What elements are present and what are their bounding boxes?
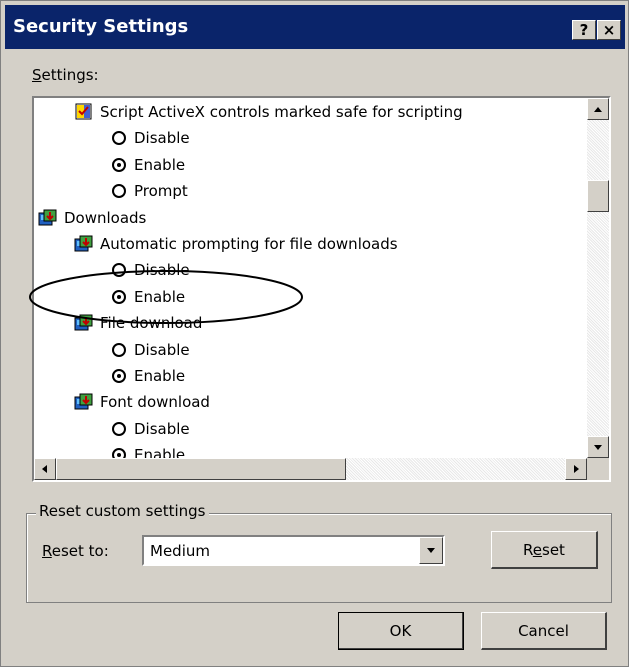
- dropdown-button[interactable]: [419, 537, 443, 564]
- vertical-scrollbar[interactable]: [587, 98, 609, 458]
- arrow-left-icon: [42, 465, 47, 473]
- horizontal-scrollbar[interactable]: [34, 458, 587, 480]
- radio-option-label: Enable: [134, 155, 186, 174]
- radio-selected-icon[interactable]: [112, 157, 126, 172]
- setting-label: Downloads: [64, 208, 147, 227]
- arrow-up-icon: [594, 107, 602, 112]
- scroll-left-button[interactable]: [34, 458, 56, 480]
- radio-unselected-icon[interactable]: [112, 184, 126, 199]
- setting-label: Automatic prompting for file downloads: [100, 235, 398, 253]
- reset-to-dropdown[interactable]: Medium: [142, 535, 445, 566]
- help-icon: ?: [579, 21, 589, 39]
- radio-option-label: Disable: [134, 129, 190, 148]
- radio-option-label: Prompt: [134, 182, 188, 201]
- cancel-button[interactable]: Cancel: [481, 612, 607, 650]
- radio-selected-icon[interactable]: [112, 369, 126, 383]
- scrollbar-corner: [587, 458, 609, 480]
- vertical-scroll-thumb[interactable]: [587, 180, 609, 212]
- radio-unselected-icon[interactable]: [112, 421, 126, 436]
- radio-unselected-icon[interactable]: [112, 342, 126, 357]
- radio-option-label: Enable: [134, 367, 186, 385]
- horizontal-scroll-thumb[interactable]: [56, 458, 346, 480]
- setting-label: Font download: [100, 393, 210, 412]
- activex-icon: [74, 102, 94, 122]
- scroll-right-button[interactable]: [565, 458, 587, 480]
- window-title: Security Settings: [13, 16, 189, 37]
- radio-option-label: Disable: [134, 340, 190, 359]
- reset-group-title: Reset custom settings: [36, 502, 209, 520]
- downloads-icon: [74, 234, 94, 254]
- title-bar: Security Settings ? ×: [5, 5, 625, 49]
- reset-button[interactable]: Reset: [491, 531, 598, 569]
- ok-button[interactable]: OK: [338, 612, 464, 650]
- downloads-icon: [74, 392, 94, 412]
- downloads-icon: [38, 208, 58, 228]
- scroll-down-button[interactable]: [587, 436, 609, 458]
- close-icon: ×: [602, 21, 616, 39]
- settings-label: Settings:: [32, 66, 99, 84]
- annotation-ellipse: [29, 270, 303, 324]
- reset-to-value: Medium: [150, 542, 210, 560]
- radio-unselected-icon[interactable]: [112, 131, 126, 146]
- radio-option-label: Disable: [134, 419, 190, 438]
- setting-label: Script ActiveX controls marked safe for …: [100, 103, 463, 121]
- chevron-down-icon: [427, 548, 435, 553]
- arrow-right-icon: [574, 465, 579, 473]
- help-button[interactable]: ?: [572, 20, 596, 40]
- reset-to-label: Reset to:: [42, 542, 109, 560]
- scroll-up-button[interactable]: [587, 98, 609, 120]
- close-button[interactable]: ×: [597, 20, 621, 40]
- arrow-down-icon: [594, 445, 602, 450]
